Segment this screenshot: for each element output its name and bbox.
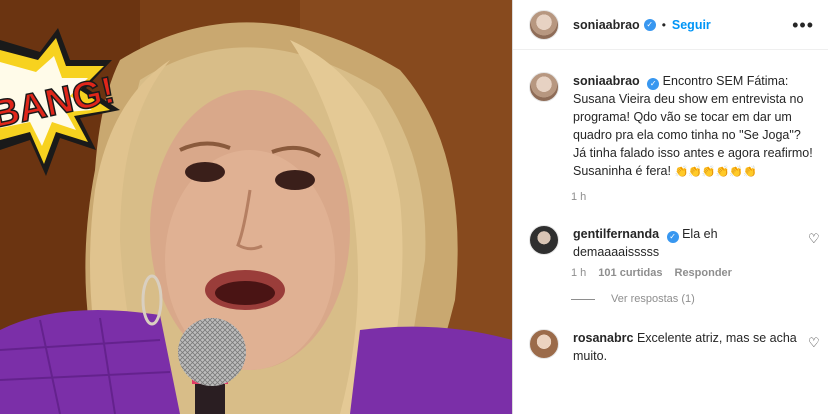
comment-username[interactable]: gentilfernanda — [573, 227, 659, 241]
verified-badge-icon: ✓ — [647, 78, 660, 90]
caption-emojis: 👏👏👏👏👏👏 — [674, 166, 757, 178]
view-replies-label: Ver respostas (1) — [611, 293, 695, 305]
post-header: soniaabrao ✓ • Seguir ••• — [513, 0, 828, 50]
caption-username[interactable]: soniaabrao — [573, 74, 640, 88]
caption: soniaabrao ✓ Encontro SEM Fátima: Susana… — [513, 50, 828, 181]
caption-text: Encontro SEM Fátima: Susana Vieira deu s… — [573, 74, 813, 178]
caption-avatar[interactable] — [529, 72, 559, 102]
comment-avatar[interactable] — [529, 225, 559, 255]
post-sidebar: soniaabrao ✓ • Seguir ••• soniaabrao ✓ E… — [512, 0, 828, 414]
replies-divider — [571, 298, 595, 300]
comment-item: gentilfernanda ✓ Ela eh demaaaaisssss ♡ — [513, 225, 828, 261]
comment-item: rosanabrc Excelente atriz, mas se acha m… — [513, 329, 828, 365]
comment-meta: 1 h 101 curtidas Responder — [571, 267, 828, 279]
author-avatar[interactable] — [529, 9, 559, 40]
follow-button[interactable]: Seguir — [672, 18, 711, 32]
comment-time[interactable]: 1 h — [571, 267, 586, 279]
instagram-post: BANG! soniaabrao ✓ • Seguir ••• soniaabr… — [0, 0, 828, 414]
more-options-icon[interactable]: ••• — [792, 16, 814, 34]
comment-likes[interactable]: 101 curtidas — [598, 267, 662, 279]
comment-username[interactable]: rosanabrc — [573, 331, 633, 345]
caption-time[interactable]: 1 h — [571, 191, 828, 203]
post-media[interactable]: BANG! — [0, 0, 512, 414]
verified-badge-icon: ✓ — [643, 18, 656, 31]
verified-badge-icon: ✓ — [666, 231, 679, 243]
like-heart-icon[interactable]: ♡ — [808, 336, 820, 349]
view-replies-button[interactable]: Ver respostas (1) — [571, 293, 828, 305]
post-photo: BANG! — [0, 0, 512, 414]
comment-text-block: gentilfernanda ✓ Ela eh demaaaaisssss — [573, 225, 797, 261]
header-separator: • — [661, 17, 666, 32]
comment-avatar[interactable] — [529, 329, 559, 359]
comment-text-block: rosanabrc Excelente atriz, mas se acha m… — [573, 329, 797, 365]
like-heart-icon[interactable]: ♡ — [808, 232, 820, 245]
reply-button[interactable]: Responder — [675, 267, 732, 279]
author-username[interactable]: soniaabrao — [573, 18, 640, 32]
caption-text-block: soniaabrao ✓ Encontro SEM Fátima: Susana… — [573, 72, 814, 181]
